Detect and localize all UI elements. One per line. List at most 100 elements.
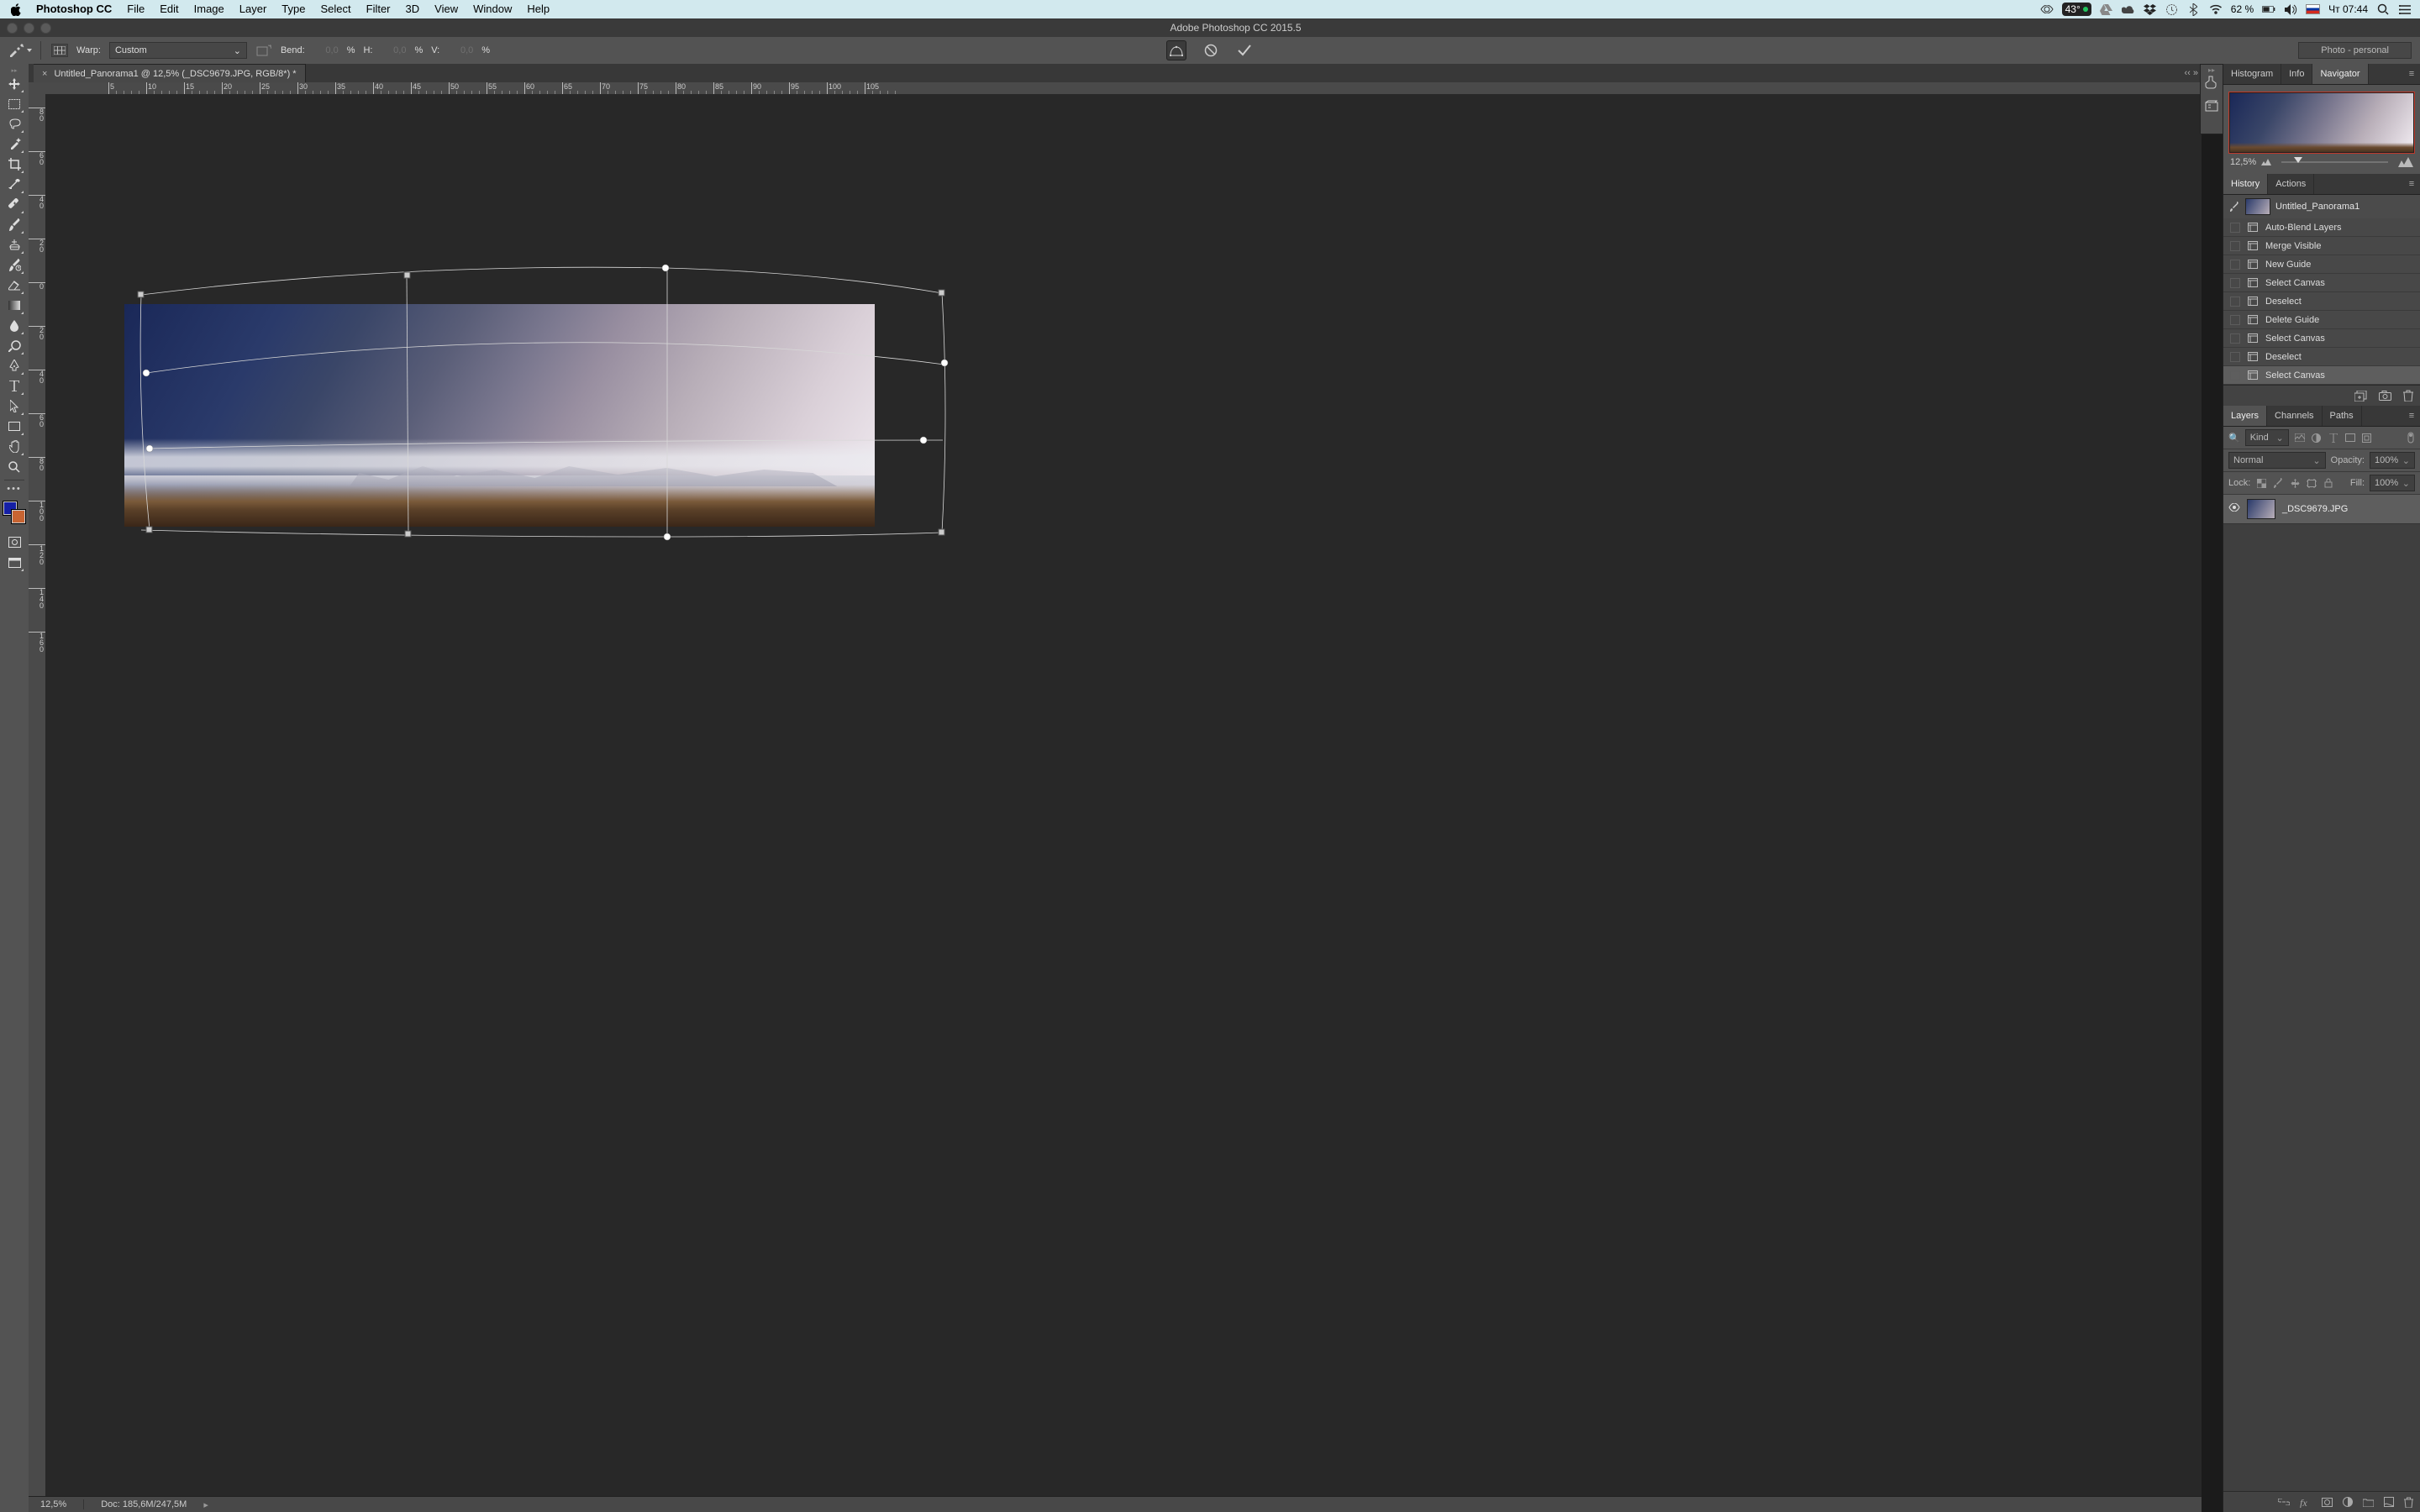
create-document-from-state-icon[interactable]	[2354, 391, 2367, 402]
tab-paths[interactable]: Paths	[2323, 406, 2362, 426]
background-color[interactable]	[11, 509, 26, 524]
warp-orientation-button[interactable]	[255, 42, 272, 59]
fill-field[interactable]: 100%⌄	[2370, 475, 2415, 491]
history-state-row[interactable]: New Guide	[2223, 255, 2420, 274]
eye-tray-icon[interactable]	[2040, 3, 2054, 16]
gradient-tool[interactable]	[4, 296, 24, 315]
color-swatches[interactable]	[3, 501, 26, 524]
tab-navigator[interactable]: Navigator	[2312, 64, 2368, 84]
history-brush-tool[interactable]	[4, 255, 24, 275]
dropbox-tray-icon[interactable]	[2144, 3, 2157, 16]
temperature-tray[interactable]: 43°	[2062, 3, 2091, 16]
filter-shape-icon[interactable]	[2344, 432, 2356, 444]
tab-histogram[interactable]: Histogram	[2223, 64, 2281, 84]
ruler-origin[interactable]	[29, 82, 46, 95]
close-tab-icon[interactable]: ×	[42, 69, 47, 79]
zoom-tool[interactable]	[4, 457, 24, 476]
history-state-row[interactable]: Select Canvas	[2223, 329, 2420, 348]
status-zoom[interactable]: 12,5%	[40, 1499, 66, 1509]
crop-tool[interactable]	[4, 155, 24, 174]
lock-image-icon[interactable]	[2272, 477, 2284, 489]
history-brush-slot[interactable]	[2230, 278, 2240, 288]
layer-filter-toggle[interactable]	[2407, 432, 2415, 444]
brush-tool[interactable]	[4, 215, 24, 234]
history-brush-slot[interactable]	[2230, 370, 2240, 381]
menu-file[interactable]: File	[119, 0, 152, 18]
close-window-button[interactable]	[7, 23, 18, 34]
apple-menu-icon[interactable]	[8, 3, 24, 16]
history-state-row[interactable]: Deselect	[2223, 348, 2420, 366]
history-brush-slot[interactable]	[2230, 241, 2240, 251]
h-value[interactable]: 0,0	[381, 45, 406, 55]
volume-tray-icon[interactable]	[2284, 3, 2297, 16]
layer-mask-icon[interactable]	[2322, 1498, 2333, 1507]
history-state-row[interactable]: Merge Visible	[2223, 237, 2420, 255]
navigator-zoom-value[interactable]: 12,5%	[2230, 157, 2256, 167]
filter-smart-icon[interactable]	[2361, 432, 2373, 444]
history-brush-source-icon[interactable]	[2228, 201, 2240, 213]
cancel-transform-button[interactable]	[1202, 41, 1220, 60]
edit-toolbar-button[interactable]: •••	[4, 483, 24, 495]
document-canvas[interactable]	[45, 94, 2202, 1497]
layer-filter-search-icon[interactable]: 🔍	[2228, 433, 2240, 444]
timemachine-tray-icon[interactable]	[2165, 3, 2179, 16]
create-snapshot-icon[interactable]	[2379, 391, 2391, 401]
battery-tray-icon[interactable]	[2262, 3, 2275, 16]
menu-view[interactable]: View	[427, 0, 466, 18]
clone-stamp-tool[interactable]	[4, 235, 24, 255]
lock-artboard-icon[interactable]	[2306, 477, 2317, 489]
google-drive-tray-icon[interactable]	[2100, 3, 2113, 16]
blur-tool[interactable]	[4, 316, 24, 335]
pen-tool[interactable]	[4, 356, 24, 375]
quick-mask-button[interactable]	[4, 533, 24, 552]
bend-value[interactable]: 0,0	[313, 45, 339, 55]
filter-type-icon[interactable]	[2328, 432, 2339, 444]
vertical-ruler[interactable]: 80604020020406080100120140160	[29, 94, 46, 1497]
document-tab[interactable]: × Untitled_Panorama1 @ 12,5% (_DSC9679.J…	[34, 64, 306, 82]
filter-adjustment-icon[interactable]	[2311, 432, 2323, 444]
history-state-row[interactable]: Select Canvas	[2223, 274, 2420, 292]
tab-info[interactable]: Info	[2281, 64, 2312, 84]
history-brush-slot[interactable]	[2230, 352, 2240, 362]
color-panel-icon[interactable]	[2202, 71, 2221, 93]
layer-row[interactable]: _DSC9679.JPG	[2223, 495, 2420, 524]
menu-edit[interactable]: Edit	[152, 0, 186, 18]
tab-overflow-arrows[interactable]: ‹‹ »	[2185, 64, 2199, 82]
rectangle-tool[interactable]	[4, 417, 24, 436]
layer-group-icon[interactable]	[2363, 1498, 2374, 1507]
menu-window[interactable]: Window	[466, 0, 519, 18]
clock-text[interactable]: Чт 07:44	[2328, 3, 2368, 15]
zoom-window-button[interactable]	[40, 23, 51, 34]
opacity-field[interactable]: 100%⌄	[2370, 452, 2415, 469]
delete-state-icon[interactable]	[2403, 390, 2413, 402]
lock-all-icon[interactable]	[2323, 477, 2334, 489]
blend-mode-dropdown[interactable]: Normal⌄	[2228, 452, 2326, 469]
menu-select[interactable]: Select	[313, 0, 358, 18]
input-language-flag-icon[interactable]	[2306, 4, 2320, 14]
menu-list-tray-icon[interactable]	[2398, 3, 2412, 16]
zoom-out-mountains-icon[interactable]	[2261, 159, 2271, 165]
switch-transform-mode-button[interactable]	[1166, 40, 1186, 60]
status-doc-size[interactable]: Doc: 185,6M/247,5M	[101, 1499, 187, 1509]
swatches-panel-icon[interactable]	[2202, 95, 2221, 117]
menu-layer[interactable]: Layer	[232, 0, 275, 18]
commit-transform-button[interactable]	[1235, 41, 1254, 60]
layer-visibility-icon[interactable]	[2228, 503, 2240, 515]
menu-3d[interactable]: 3D	[398, 0, 428, 18]
history-brush-slot[interactable]	[2230, 260, 2240, 270]
tab-channels[interactable]: Channels	[2267, 406, 2322, 426]
menu-help[interactable]: Help	[519, 0, 557, 18]
minimize-window-button[interactable]	[24, 23, 34, 34]
menu-app[interactable]: Photoshop CC	[29, 0, 119, 18]
history-brush-slot[interactable]	[2230, 223, 2240, 233]
menu-image[interactable]: Image	[187, 0, 232, 18]
eyedropper-tool[interactable]	[4, 175, 24, 194]
dodge-tool[interactable]	[4, 336, 24, 355]
navigator-thumbnail[interactable]	[2228, 92, 2415, 154]
wifi-tray-icon[interactable]	[2209, 3, 2223, 16]
lasso-tool[interactable]	[4, 114, 24, 134]
marquee-tool[interactable]	[4, 94, 24, 113]
cloud-tray-icon[interactable]	[2122, 3, 2135, 16]
delete-layer-icon[interactable]	[2404, 1497, 2413, 1508]
tab-actions[interactable]: Actions	[2268, 174, 2314, 194]
